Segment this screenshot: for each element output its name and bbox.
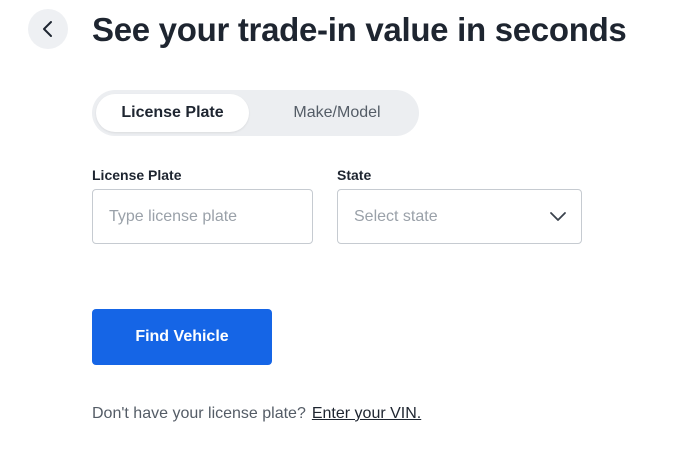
license-plate-input[interactable] [93, 190, 312, 243]
vin-help-text: Don't have your license plate? [92, 405, 306, 422]
lookup-mode-toggle: License Plate Make/Model [92, 90, 419, 136]
page-title: See your trade-in value in seconds [92, 11, 627, 48]
state-label: State [337, 167, 372, 183]
state-select-placeholder: Select state [354, 208, 438, 225]
state-select[interactable]: Select state [337, 189, 582, 244]
license-plate-label: License Plate [92, 167, 182, 183]
vin-help: Don't have your license plate? Enter your… [92, 405, 421, 423]
enter-vin-link[interactable]: Enter your VIN. [312, 405, 421, 422]
tab-make-model[interactable]: Make/Model [263, 94, 411, 132]
tab-license-plate[interactable]: License Plate [96, 94, 249, 132]
chevron-left-icon [43, 21, 52, 37]
license-plate-field [92, 189, 313, 244]
chevron-down-icon [550, 212, 566, 221]
back-button[interactable] [28, 9, 68, 49]
find-vehicle-button[interactable]: Find Vehicle [92, 309, 272, 365]
